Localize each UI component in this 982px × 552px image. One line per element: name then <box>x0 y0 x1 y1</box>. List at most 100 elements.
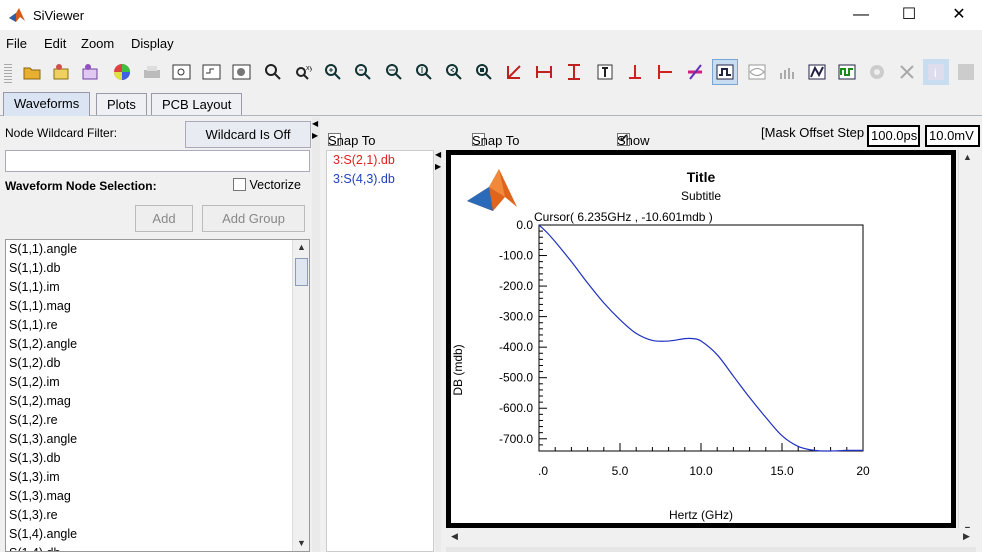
info-icon[interactable]: i <box>923 59 949 85</box>
scroll-down-arrow-icon[interactable]: ▼ <box>293 536 309 551</box>
plot-hscrollbar[interactable]: ◀ ▶ <box>446 528 976 545</box>
menu-zoom[interactable]: Zoom <box>81 36 114 51</box>
measure-table-icon[interactable] <box>594 61 616 83</box>
plot-vscrollbar[interactable]: ▲ ▼ <box>958 150 975 539</box>
sparameter-plot-icon[interactable] <box>806 61 828 83</box>
x-tick-label: 5.0 <box>612 464 629 478</box>
stop-icon[interactable] <box>955 61 977 83</box>
wildcard-toggle-button[interactable]: Wildcard Is Off <box>185 121 311 148</box>
node-list-item[interactable]: S(1,2).re <box>6 411 309 430</box>
zoom-out-icon[interactable] <box>352 61 374 83</box>
selection-label: Waveform Node Selection: <box>5 179 157 193</box>
y-tick-label: -100.0 <box>499 249 533 263</box>
node-list-item[interactable]: S(1,3).angle <box>6 430 309 449</box>
plot-layer: 0.0 -100.0 -200.0 -300.0 -400.0 -500.0 -600.0 -… <box>499 218 870 478</box>
add-button[interactable]: Add <box>135 205 193 232</box>
y-tick-label: -300.0 <box>499 310 533 324</box>
menu-display[interactable]: Display <box>131 36 174 51</box>
remove-markers-icon[interactable] <box>684 61 706 83</box>
waveform-view-icon[interactable] <box>712 59 738 85</box>
node-list-item[interactable]: S(1,2).mag <box>6 392 309 411</box>
magnify-xy-icon[interactable]: xy <box>292 61 314 83</box>
maximize-button[interactable]: ☐ <box>886 0 932 30</box>
node-list-item[interactable]: S(1,1).angle <box>6 240 309 259</box>
scroll-up-arrow-icon[interactable]: ▲ <box>293 240 309 255</box>
tab-plots[interactable]: Plots <box>96 93 147 115</box>
node-list-item[interactable]: S(1,2).angle <box>6 335 309 354</box>
zoom-all-icon[interactable] <box>473 61 495 83</box>
add-group-button[interactable]: Add Group <box>202 205 305 232</box>
time-step-field[interactable]: 100.0ps <box>867 125 920 147</box>
legend-item[interactable]: 3:S(2,1).db <box>327 151 433 170</box>
panel-splitter[interactable]: ◀ ▶ <box>312 117 320 552</box>
plot-area-border <box>538 224 864 452</box>
toolbar: xy i <box>0 57 982 89</box>
cancel-icon[interactable] <box>896 61 918 83</box>
node-list-item[interactable]: S(1,1).re <box>6 316 309 335</box>
legend-splitter[interactable]: ◀ ▶ <box>435 150 441 552</box>
node-list-item[interactable]: S(1,2).im <box>6 373 309 392</box>
zoom-prev-icon[interactable] <box>443 61 465 83</box>
menu-file[interactable]: File <box>6 36 27 51</box>
threshold-marker-icon[interactable] <box>624 61 646 83</box>
plot-frame[interactable]: Title Subtitle Cursor( 6.235GHz , -10.60… <box>446 150 956 528</box>
node-list-item[interactable]: S(1,1).mag <box>6 297 309 316</box>
vectorize-box[interactable] <box>233 178 246 191</box>
tab-pcb-layout[interactable]: PCB Layout <box>151 93 243 115</box>
node-list-item[interactable]: S(1,1).im <box>6 278 309 297</box>
plot-scroll-right-icon[interactable]: ▶ <box>958 529 975 544</box>
toolbar-grip <box>4 63 12 83</box>
zoom-x-icon[interactable] <box>383 61 405 83</box>
collapse-left-arrow-icon[interactable]: ◀ <box>312 119 318 128</box>
volt-step-field[interactable]: 10.0mV <box>925 125 980 147</box>
print-icon[interactable] <box>141 61 163 83</box>
close-button[interactable]: ✕ <box>936 0 982 30</box>
minimize-button[interactable]: — <box>838 0 884 30</box>
load-nodes-icon[interactable] <box>51 61 73 83</box>
plot-canvas[interactable]: Title Subtitle Cursor( 6.235GHz , -10.60… <box>451 155 951 523</box>
node-list-item[interactable]: S(1,4).db <box>6 544 309 551</box>
node-list-item[interactable]: S(1,3).db <box>6 449 309 468</box>
vectorize-checkbox[interactable]: Vectorize <box>233 178 301 192</box>
measure-vertical-icon[interactable] <box>563 61 585 83</box>
zoom-window-icon[interactable] <box>231 61 253 83</box>
node-list-item[interactable]: S(1,3).mag <box>6 487 309 506</box>
plot-scroll-left-icon[interactable]: ◀ <box>446 529 463 544</box>
node-list-scrollbar[interactable]: ▲ ▼ <box>292 240 309 551</box>
plot-scroll-up-icon[interactable]: ▲ <box>959 150 976 165</box>
series-line <box>538 224 864 452</box>
measure-horizontal-icon[interactable] <box>533 61 555 83</box>
pulse-plot-icon[interactable] <box>836 61 858 83</box>
menu-edit[interactable]: Edit <box>44 36 66 51</box>
filter-input[interactable] <box>5 150 310 172</box>
open-folder-icon[interactable] <box>22 61 44 83</box>
title-bar: SiViewer — ☐ ✕ <box>0 0 982 30</box>
eye-diagram-icon[interactable] <box>746 61 768 83</box>
magnify-icon[interactable] <box>262 61 284 83</box>
app-logo-icon <box>8 7 26 26</box>
zoom-y-icon[interactable] <box>413 61 435 83</box>
vectorize-label: Vectorize <box>249 178 301 192</box>
zoom-in-icon[interactable] <box>322 61 344 83</box>
target-icon[interactable] <box>866 61 888 83</box>
node-list-item[interactable]: S(1,3).im <box>6 468 309 487</box>
node-list-item[interactable]: S(1,4).angle <box>6 525 309 544</box>
legend-item[interactable]: 3:S(4,3).db <box>327 170 433 189</box>
collapse-right-arrow-icon[interactable]: ▶ <box>312 131 318 140</box>
node-list-item[interactable]: S(1,1).db <box>6 259 309 278</box>
legend-collapse-right-icon[interactable]: ▶ <box>435 162 441 171</box>
node-list-item[interactable]: S(1,3).re <box>6 506 309 525</box>
zoom-box-icon[interactable] <box>171 61 193 83</box>
mask-offset-label: [Mask Offset Step <box>761 125 865 140</box>
legend-collapse-left-icon[interactable]: ◀ <box>435 150 441 159</box>
measure-slope-icon[interactable] <box>503 61 525 83</box>
node-list-item[interactable]: S(1,2).db <box>6 354 309 373</box>
tab-waveforms[interactable]: Waveforms <box>3 92 91 116</box>
node-config-icon[interactable] <box>80 61 102 83</box>
color-wheel-icon[interactable] <box>111 61 133 83</box>
scroll-thumb[interactable] <box>295 258 308 286</box>
zoom-fit-icon[interactable] <box>201 61 223 83</box>
y-tick-label: -400.0 <box>499 340 533 354</box>
time-marker-icon[interactable] <box>654 61 676 83</box>
histogram-icon[interactable] <box>776 61 798 83</box>
